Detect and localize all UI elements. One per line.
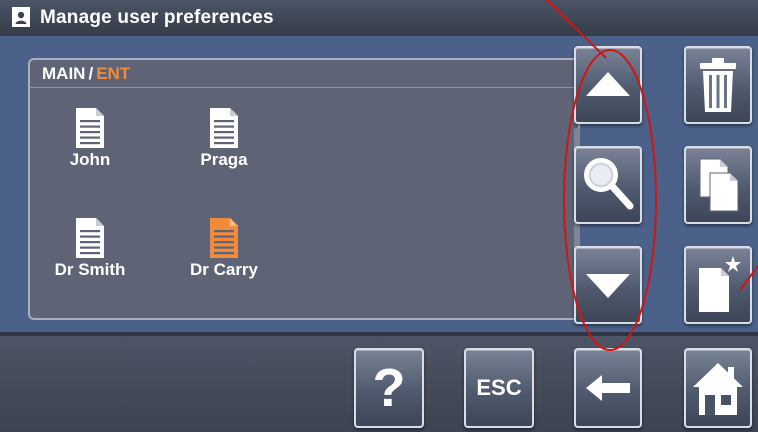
trash-icon <box>700 58 736 112</box>
help-label: ? <box>372 358 406 418</box>
breadcrumb-current: ENT <box>96 64 131 83</box>
home-icon <box>693 363 743 415</box>
new-document-button[interactable] <box>684 246 752 324</box>
screen: Manage user preferences MAIN/ENT John <box>0 0 758 432</box>
page-title: Manage user preferences <box>40 7 274 28</box>
file-browser: MAIN / ENT John Praga Dr Smith Dr Carry <box>28 58 580 320</box>
document-icon <box>76 218 104 258</box>
user-profile-icon <box>12 7 30 27</box>
copy-icon <box>699 158 739 212</box>
scroll-up-button[interactable] <box>574 46 642 124</box>
file-item-dr-carry[interactable]: Dr Carry <box>164 218 284 280</box>
breadcrumb-root[interactable]: MAIN <box>42 64 85 83</box>
copy-button[interactable] <box>684 146 752 224</box>
file-item-dr-smith[interactable]: Dr Smith <box>30 218 150 280</box>
document-icon <box>76 108 104 148</box>
file-name: John <box>69 150 111 169</box>
new-document-icon <box>699 256 741 312</box>
file-item-praga[interactable]: Praga <box>164 108 284 170</box>
escape-label: ESC <box>476 375 522 400</box>
search-button[interactable] <box>574 146 642 224</box>
escape-button[interactable]: ESC <box>464 348 534 428</box>
file-name: Dr Carry <box>189 260 259 279</box>
down-arrow-icon <box>586 274 630 298</box>
document-icon-selected <box>210 218 238 258</box>
delete-button[interactable] <box>684 46 752 124</box>
up-arrow-icon <box>586 72 630 96</box>
magnifier-icon <box>584 158 634 210</box>
file-item-john[interactable]: John <box>30 108 150 170</box>
left-arrow-icon <box>586 375 630 401</box>
breadcrumb: MAIN / ENT <box>30 60 578 88</box>
home-button[interactable] <box>684 348 752 428</box>
help-button[interactable]: ? <box>354 348 424 428</box>
file-name: Dr Smith <box>54 260 126 279</box>
toolbar-divider <box>0 332 758 336</box>
title-bar: Manage user preferences <box>0 0 758 36</box>
breadcrumb-separator: / <box>88 64 94 83</box>
document-icon <box>210 108 238 148</box>
file-name: Praga <box>200 150 248 169</box>
back-button[interactable] <box>574 348 642 428</box>
scroll-down-button[interactable] <box>574 246 642 324</box>
